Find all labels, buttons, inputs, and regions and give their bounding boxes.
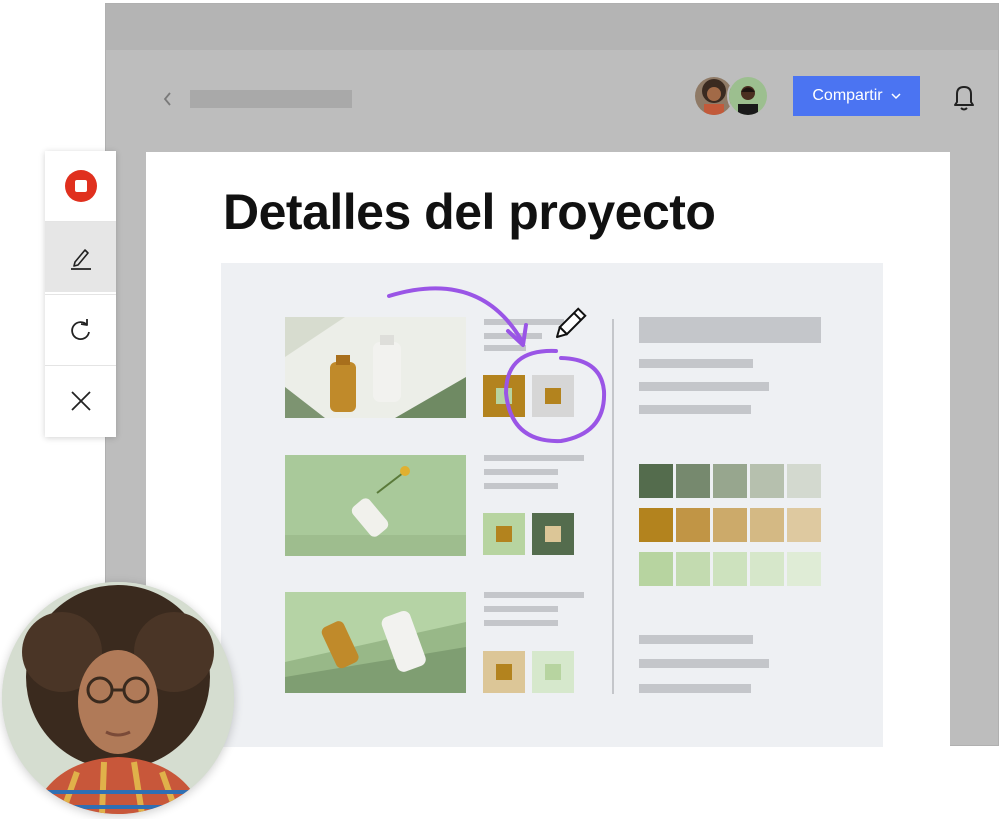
palette-swatch[interactable] [787, 552, 821, 586]
palette-swatch[interactable] [713, 464, 747, 498]
collaborator-avatar-2[interactable] [727, 75, 769, 117]
text-line [484, 620, 558, 626]
color-swatch[interactable] [532, 513, 574, 555]
text-line [639, 405, 751, 414]
text-line [639, 659, 769, 668]
column-divider [612, 319, 614, 694]
color-swatch[interactable] [532, 651, 574, 693]
product-photo-1 [285, 317, 466, 418]
document-header: Compartir [106, 50, 998, 150]
palette-swatch[interactable] [750, 464, 784, 498]
share-button[interactable]: Compartir [793, 76, 920, 116]
document-name-placeholder [190, 90, 352, 108]
palette-swatch[interactable] [713, 552, 747, 586]
bell-icon[interactable] [946, 80, 982, 116]
text-line [484, 345, 526, 351]
text-line [639, 684, 751, 693]
palette-swatch[interactable] [639, 508, 673, 542]
product-photo-2 [285, 455, 466, 556]
page-title: Detalles del proyecto [223, 184, 716, 240]
share-button-label: Compartir [812, 87, 883, 104]
pencil-cursor-icon [555, 307, 587, 339]
presenter-portrait [2, 582, 234, 814]
palette-swatch[interactable] [750, 508, 784, 542]
close-icon [70, 391, 91, 411]
text-line [639, 382, 769, 391]
stop-record-button[interactable] [45, 151, 116, 221]
text-line [484, 469, 558, 475]
document-page: Detalles del proyecto [146, 152, 950, 747]
chevron-down-icon [891, 93, 901, 100]
palette-swatch[interactable] [750, 552, 784, 586]
text-line [484, 333, 542, 339]
palette-swatch[interactable] [787, 464, 821, 498]
person-icon [729, 77, 767, 115]
palette-swatch[interactable] [713, 508, 747, 542]
pen-tool-button[interactable] [45, 222, 116, 292]
stop-record-icon [64, 170, 97, 202]
color-swatch[interactable] [483, 513, 525, 555]
webcam-preview[interactable] [2, 582, 234, 814]
palette-swatch[interactable] [676, 464, 710, 498]
color-swatch[interactable] [483, 651, 525, 693]
redo-icon [70, 319, 90, 341]
pen-icon [70, 249, 91, 270]
redo-button[interactable] [45, 295, 116, 365]
design-board [221, 263, 883, 747]
text-line [484, 483, 558, 489]
text-line [639, 359, 753, 368]
text-line [484, 592, 584, 598]
product-photo-3 [285, 592, 466, 693]
close-button[interactable] [45, 366, 116, 436]
color-swatch[interactable] [532, 375, 574, 417]
palette-swatch[interactable] [787, 508, 821, 542]
text-line [484, 606, 558, 612]
text-line [484, 455, 584, 461]
heading-placeholder [639, 317, 821, 343]
palette-swatch[interactable] [676, 508, 710, 542]
recording-toolbar [45, 151, 116, 437]
text-line [639, 635, 753, 644]
color-swatch[interactable] [483, 375, 525, 417]
palette-swatch[interactable] [639, 464, 673, 498]
chevron-left-icon[interactable] [160, 89, 176, 109]
palette-swatch[interactable] [676, 552, 710, 586]
palette-swatch[interactable] [639, 552, 673, 586]
title-bar [106, 4, 998, 50]
